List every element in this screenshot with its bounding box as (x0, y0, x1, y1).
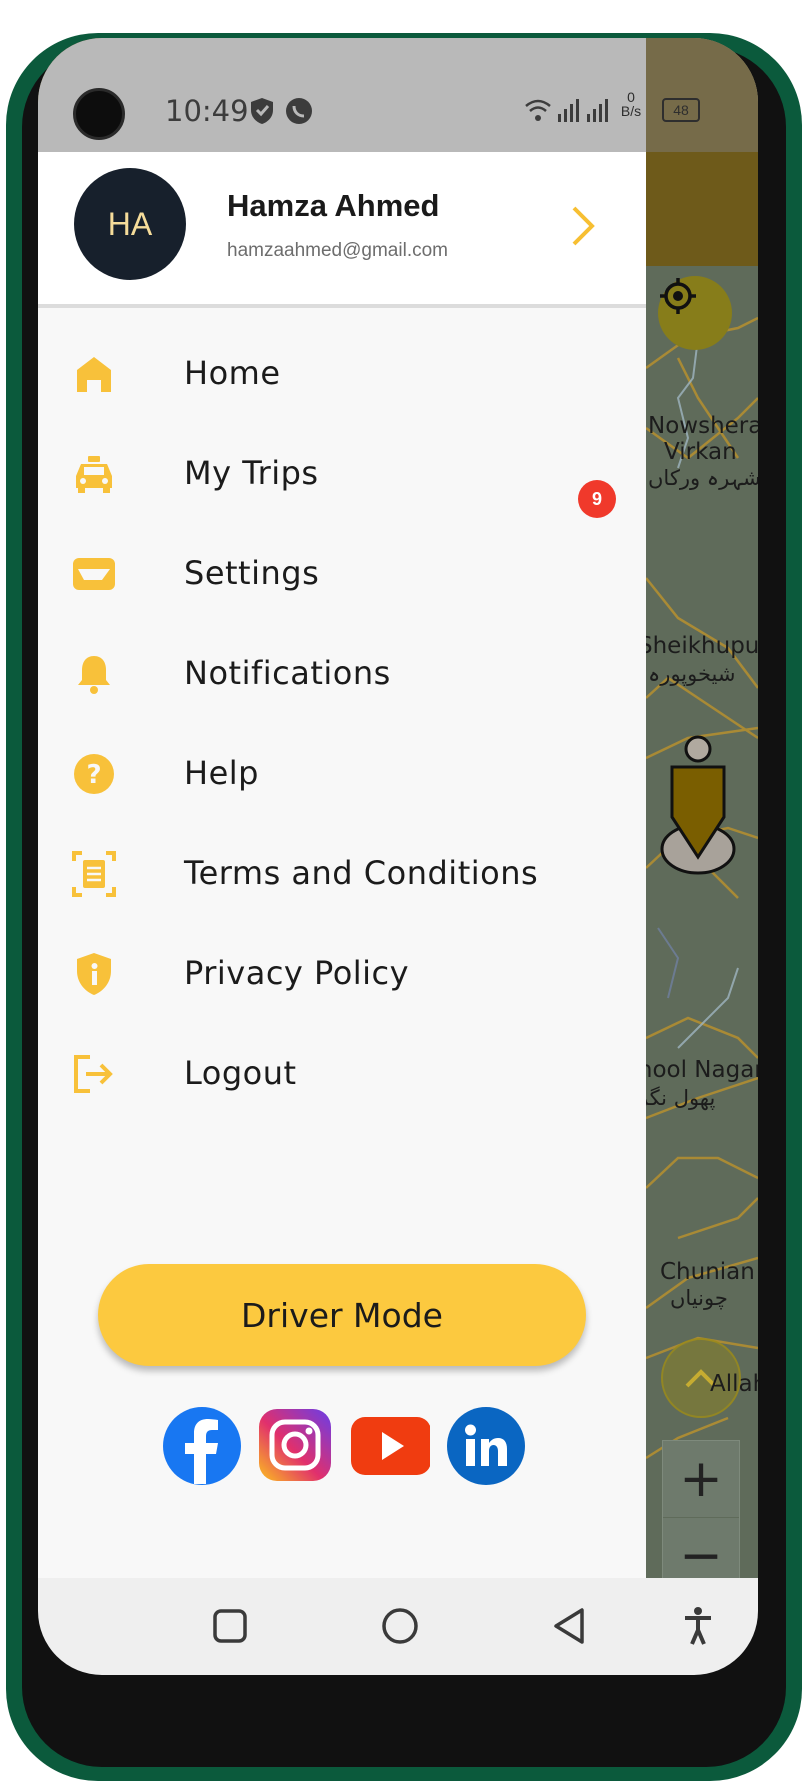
menu-label-my-trips: My Trips (184, 454, 319, 492)
map-label-allah: Allah (710, 1371, 758, 1397)
circle-icon (382, 1608, 418, 1644)
home-nav-button[interactable] (376, 1602, 424, 1650)
zoom-in-button[interactable]: + (663, 1441, 739, 1518)
menu-item-my-trips[interactable]: My Trips (38, 424, 646, 524)
menu-item-settings[interactable]: Settings (38, 524, 646, 624)
accessibility-button[interactable] (674, 1602, 722, 1650)
shield-status-icon (251, 98, 273, 124)
pickup-pin-icon (660, 735, 736, 875)
map-label-phool-nagar-urdu: پھول نگر (638, 1086, 716, 1110)
network-speed-unit: B/s (620, 103, 642, 119)
crosshair-icon (660, 278, 696, 314)
menu-item-home[interactable]: Home (38, 324, 646, 424)
square-icon (213, 1609, 247, 1643)
menu-label-terms: Terms and Conditions (184, 854, 539, 892)
screen: Nowshera Virkan نوشہرہ ورکاں Sheikhupura… (38, 38, 758, 1675)
menu-label-notifications: Notifications (184, 654, 391, 692)
zoom-controls: + − (662, 1440, 740, 1594)
facebook-icon[interactable] (162, 1406, 242, 1486)
menu-label-privacy: Privacy Policy (184, 954, 410, 992)
youtube-icon[interactable] (350, 1406, 430, 1486)
system-nav-bar (38, 1578, 758, 1675)
profile-email: hamzaahmed@gmail.com (227, 240, 448, 261)
menu-item-terms[interactable]: Terms and Conditions (38, 824, 646, 924)
logout-icon (72, 1052, 116, 1096)
signal-icon-2 (587, 99, 608, 122)
back-triangle-icon (554, 1608, 584, 1644)
chevron-right-icon[interactable] (568, 204, 598, 248)
linkedin-icon[interactable] (446, 1406, 526, 1486)
network-speed: 0 B/s (616, 90, 646, 118)
notifications-badge: 9 (578, 480, 616, 518)
status-bar-overlay (646, 38, 758, 152)
profile-name: Hamza Ahmed (227, 188, 440, 223)
signal-icon-1 (558, 99, 579, 122)
bell-icon (72, 652, 116, 696)
menu-item-privacy[interactable]: Privacy Policy (38, 924, 646, 1024)
map-label-chunian: Chunian (660, 1259, 755, 1285)
status-bar: 10:49 0 B/s 48 (38, 38, 758, 152)
map-label-sheikhupura: Sheikhupura (638, 633, 758, 659)
document-scan-icon (72, 851, 116, 897)
svg-text:?: ? (86, 760, 101, 790)
battery-icon: 48 (662, 98, 700, 122)
back-nav-button[interactable] (546, 1602, 594, 1650)
whatsapp-icon (286, 98, 312, 124)
taxi-icon (72, 452, 116, 496)
map-label-chunian-urdu: چونیاں (670, 1286, 728, 1310)
menu-item-notifications[interactable]: Notifications (38, 624, 646, 724)
card-icon (72, 552, 116, 596)
accessibility-icon (685, 1607, 711, 1645)
my-location-button[interactable] (658, 276, 732, 350)
menu-label-logout: Logout (184, 1054, 297, 1092)
menu-label-help: Help (184, 754, 259, 792)
wifi-icon (525, 99, 551, 121)
home-icon (72, 352, 116, 396)
menu-label-settings: Settings (184, 554, 320, 592)
map-label-nowshera: Nowshera (648, 413, 758, 439)
avatar: HA (74, 168, 186, 280)
menu-label-home: Home (184, 354, 281, 392)
map-label-nowshera-urdu: نوشہرہ ورکاں (648, 466, 758, 490)
front-camera (73, 88, 125, 140)
instagram-icon[interactable] (256, 1406, 336, 1486)
menu-item-help[interactable]: ? Help (38, 724, 646, 824)
menu-item-logout[interactable]: Logout (38, 1024, 646, 1124)
driver-mode-button[interactable]: Driver Mode (98, 1264, 586, 1366)
recent-apps-button[interactable] (206, 1602, 254, 1650)
shield-info-icon (72, 952, 116, 996)
map-label-sheikhupura-urdu: شیخوپورہ (648, 662, 736, 686)
status-time: 10:49 (165, 94, 249, 128)
navigation-drawer: HA Hamza Ahmed hamzaahmed@gmail.com Home (38, 152, 646, 1578)
help-icon: ? (72, 752, 116, 796)
profile-header[interactable]: HA Hamza Ahmed hamzaahmed@gmail.com (38, 152, 646, 308)
map-label-virkan: Virkan (664, 439, 737, 465)
